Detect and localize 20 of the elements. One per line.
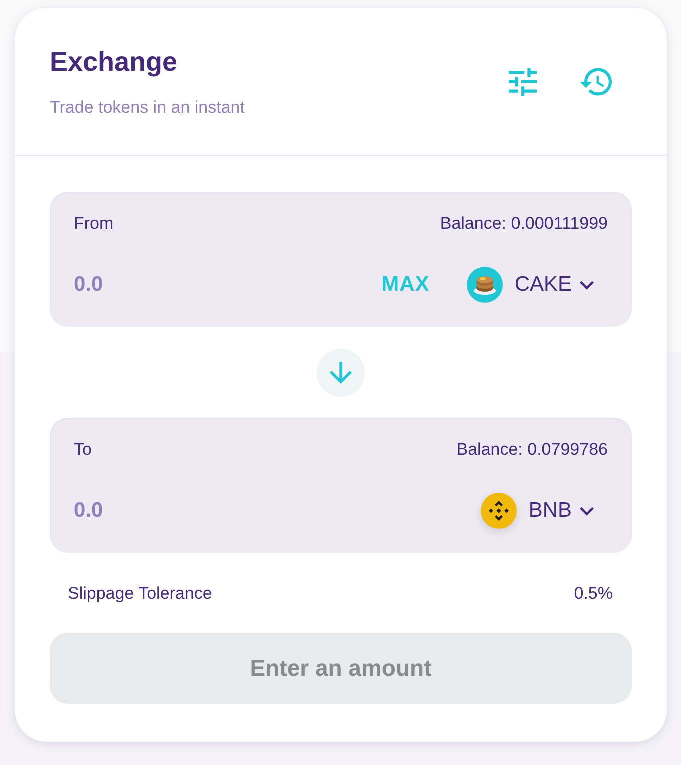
balance-text: Balance: 0.0799786 — [456, 439, 608, 461]
settings-icon[interactable] — [509, 68, 537, 96]
token-select-button[interactable]: CAKE — [466, 267, 594, 303]
switch-button[interactable] — [317, 349, 365, 397]
panel-label: From — [74, 213, 114, 235]
arrow-down-icon — [330, 362, 352, 384]
amount-input[interactable]: 0.0 — [74, 269, 214, 301]
chevron-down-icon — [580, 506, 594, 516]
card-title: Exchange — [50, 46, 179, 78]
panel-label: To — [74, 439, 92, 461]
token-select-button[interactable]: BNB — [480, 493, 594, 529]
chevron-down-icon — [580, 280, 594, 290]
card-subtitle: Trade tokens in an instant — [50, 97, 245, 119]
pancake-coin-icon — [466, 267, 503, 303]
slippage-value: 0.5% — [574, 583, 613, 605]
amount-input[interactable]: 0.0 — [74, 495, 214, 527]
slippage-label: Slippage Tolerance — [68, 583, 212, 605]
balance-text: Balance: 0.000111999 — [440, 213, 608, 235]
diamond-coin-icon — [480, 493, 517, 529]
history-icon[interactable] — [580, 68, 612, 96]
